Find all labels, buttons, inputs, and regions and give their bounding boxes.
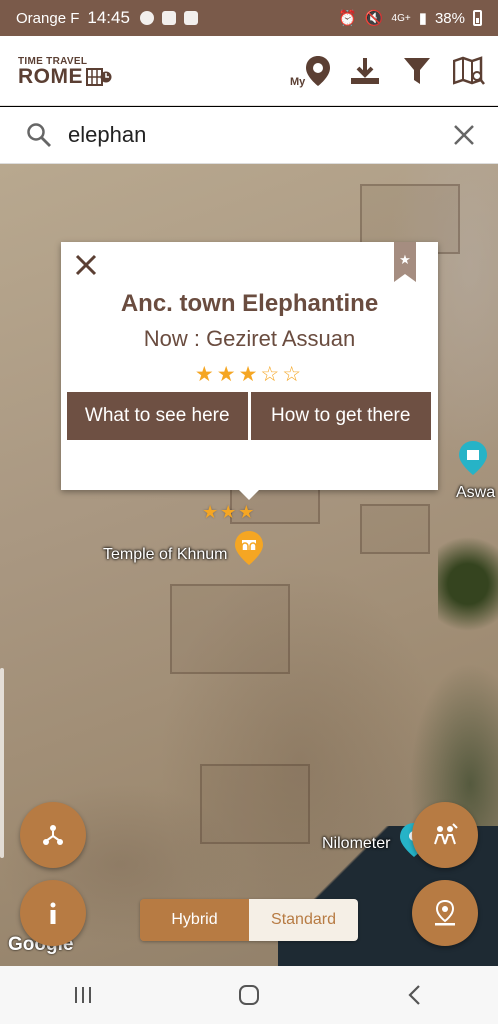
map-type-toggle: Hybrid Standard <box>140 899 358 941</box>
system-nav-bar <box>0 966 498 1024</box>
recent-apps-icon <box>75 987 91 1003</box>
poi-label-nilometer[interactable]: Nilometer <box>322 835 390 853</box>
search-bar <box>0 107 498 164</box>
network-type: 4G+ <box>391 12 411 24</box>
how-to-get-there-button[interactable]: How to get there <box>250 392 431 440</box>
battery-icon <box>473 10 482 26</box>
place-title: Anc. town Elephantine <box>120 290 379 317</box>
popup-actions: What to see here How to get there <box>67 392 431 440</box>
app-header: TIME TRAVEL ROME My <box>0 36 498 106</box>
bookmark-icon[interactable]: ★ <box>394 242 416 282</box>
place-rating: ★★★☆☆ <box>61 362 438 387</box>
clear-search-icon[interactable] <box>452 123 476 147</box>
location-marker-icon <box>435 899 455 926</box>
status-right: ⏰ 🔇 4G+ ▮ 38% <box>338 9 482 27</box>
info-button[interactable] <box>20 880 86 946</box>
poi-label-aswan[interactable]: Aswa <box>456 484 495 502</box>
close-icon[interactable] <box>75 254 97 276</box>
side-drawer-handle[interactable] <box>0 668 4 858</box>
network-button[interactable] <box>20 802 86 868</box>
logo-wordmark: ROME <box>18 65 112 88</box>
signal-icon: ▮ <box>418 10 427 27</box>
tour-guide-button[interactable] <box>412 802 478 868</box>
message-icon <box>183 11 198 25</box>
rating-stars: ★★★☆☆ <box>194 363 305 386</box>
home-button[interactable] <box>229 975 269 1015</box>
logo-title: ROME <box>18 65 83 88</box>
battery-level: 38% <box>434 9 465 27</box>
app-logo[interactable]: TIME TRAVEL ROME <box>18 56 112 87</box>
travelers-icon <box>434 823 458 845</box>
map-search-button[interactable] <box>450 52 488 90</box>
map-ruin <box>360 504 430 554</box>
download-button[interactable] <box>346 52 384 90</box>
search-icon <box>27 123 51 147</box>
what-to-see-button[interactable]: What to see here <box>67 392 248 440</box>
colosseum-icon <box>86 68 112 86</box>
place-modern-name: Now : Geziret Assuan <box>143 326 356 351</box>
filter-icon <box>404 58 430 84</box>
back-button[interactable] <box>395 975 435 1015</box>
mute-icon: 🔇 <box>364 10 384 27</box>
info-icon <box>50 902 56 924</box>
recent-apps-button[interactable] <box>63 975 103 1015</box>
place-info-popup: ★ Anc. town Elephantine Now : Geziret As… <box>61 242 438 500</box>
back-icon <box>408 985 420 1005</box>
map-search-icon <box>453 56 485 85</box>
my-locations-button[interactable]: My <box>290 52 332 90</box>
poi-label-temple-of-khnum[interactable]: Temple of Khnum <box>103 546 228 564</box>
status-bar: Orange F 14:45 ⏰ 🔇 4G+ ▮ 38% <box>0 0 498 36</box>
temple-pin-icon[interactable] <box>234 530 264 566</box>
standard-toggle[interactable]: Standard <box>249 899 358 941</box>
svg-text:★: ★ <box>399 253 411 268</box>
map-ruin <box>170 584 290 674</box>
my-location-button[interactable] <box>412 880 478 946</box>
filter-button[interactable] <box>398 52 436 90</box>
download-icon <box>351 58 379 84</box>
alarm-icon: ⏰ <box>338 10 357 27</box>
map-trees <box>438 524 498 644</box>
temple-rating: ★★★ <box>202 502 257 522</box>
network-icon <box>43 825 63 845</box>
hybrid-toggle[interactable]: Hybrid <box>140 899 249 941</box>
notification-icon <box>161 11 176 25</box>
search-input[interactable] <box>68 122 408 148</box>
location-pin-icon <box>306 56 330 86</box>
spotify-icon <box>139 11 154 25</box>
home-icon <box>239 985 259 1005</box>
my-label: My <box>290 76 306 88</box>
aswan-pin-icon[interactable] <box>458 440 488 476</box>
header-toolbar: My <box>290 52 488 90</box>
clock: 14:45 <box>87 8 130 27</box>
carrier-name: Orange F <box>16 9 80 27</box>
